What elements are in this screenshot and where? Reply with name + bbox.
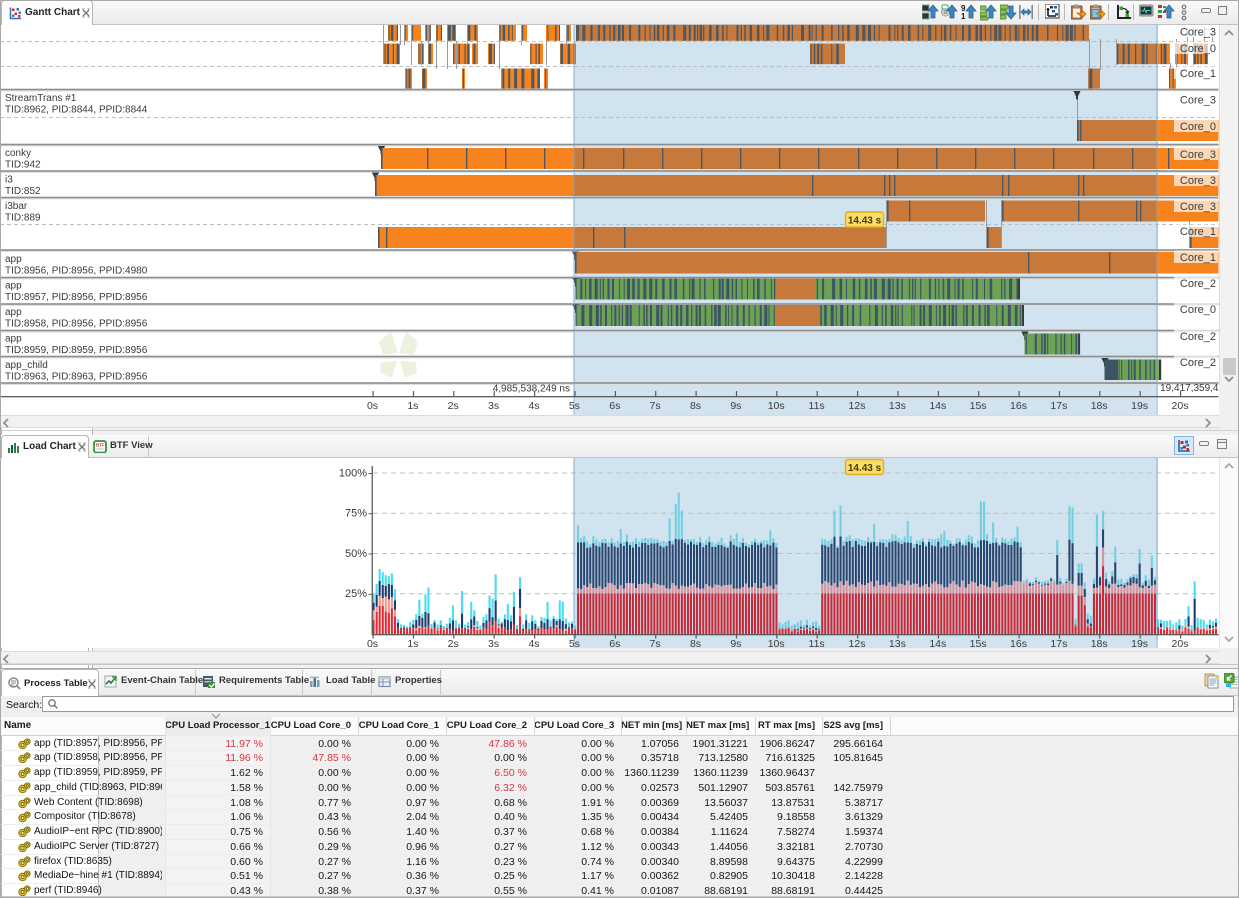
svg-text:Core_0: Core_0 xyxy=(1180,304,1216,316)
svg-text:12s: 12s xyxy=(849,400,866,412)
svg-text:TID:942: TID:942 xyxy=(5,160,41,171)
svg-text:Core_3: Core_3 xyxy=(1180,201,1216,213)
svg-text:TID:889: TID:889 xyxy=(5,213,41,224)
svg-text:TID:8962, PID:8844, PPID:8844: TID:8962, PID:8844, PPID:8844 xyxy=(5,105,148,116)
svg-text:Core_2: Core_2 xyxy=(1180,331,1216,343)
svg-text:75%: 75% xyxy=(345,508,367,520)
svg-text:conky: conky xyxy=(5,148,31,159)
svg-text:6s: 6s xyxy=(609,638,620,648)
svg-text:Core_3: Core_3 xyxy=(1180,27,1216,39)
svg-text:TID:852: TID:852 xyxy=(5,186,41,197)
svg-text:app: app xyxy=(5,307,22,318)
svg-text:19,417,359,4: 19,417,359,4 xyxy=(1160,383,1219,394)
svg-text:TID:8959, PID:8959, PPID:8956: TID:8959, PID:8959, PPID:8956 xyxy=(5,345,148,356)
svg-text:0s: 0s xyxy=(367,400,378,412)
svg-text:i3bar: i3bar xyxy=(5,201,28,212)
svg-text:1s: 1s xyxy=(407,638,418,648)
svg-text:4,985,538,249 ns: 4,985,538,249 ns xyxy=(493,384,570,395)
svg-text:18s: 18s xyxy=(1091,638,1108,648)
svg-text:3s: 3s xyxy=(488,400,499,412)
svg-text:8s: 8s xyxy=(690,400,701,412)
svg-text:1: 1 xyxy=(961,12,966,21)
svg-text:11s: 11s xyxy=(809,400,825,412)
svg-text:4s: 4s xyxy=(528,400,539,412)
svg-text:Core_3: Core_3 xyxy=(1180,95,1216,107)
svg-text:0s: 0s xyxy=(367,638,378,648)
svg-text:20s: 20s xyxy=(1172,638,1189,648)
svg-text:2s: 2s xyxy=(448,638,459,648)
svg-text:app: app xyxy=(5,254,22,265)
svg-text:19s: 19s xyxy=(1131,400,1148,412)
svg-text:17s: 17s xyxy=(1050,400,1067,412)
svg-text:7s: 7s xyxy=(650,638,661,648)
svg-text:100%: 100% xyxy=(339,468,367,480)
svg-text:Core_3: Core_3 xyxy=(1180,175,1216,187)
svg-text:BTF: BTF xyxy=(96,443,105,448)
svg-text:9s: 9s xyxy=(730,638,741,648)
svg-text:StreamTrans #1: StreamTrans #1 xyxy=(5,93,77,104)
svg-text:Core_0: Core_0 xyxy=(1180,121,1216,133)
svg-text:11s: 11s xyxy=(809,638,825,648)
svg-text:10s: 10s xyxy=(768,638,785,648)
svg-text:13s: 13s xyxy=(889,400,906,412)
svg-text:7s: 7s xyxy=(650,400,661,412)
svg-text:Core_1: Core_1 xyxy=(1180,68,1216,80)
svg-text:Core_2: Core_2 xyxy=(1180,357,1216,369)
svg-text:15s: 15s xyxy=(970,400,987,412)
svg-text:17s: 17s xyxy=(1050,638,1067,648)
svg-text:8s: 8s xyxy=(690,638,701,648)
svg-text:20s: 20s xyxy=(1172,400,1189,412)
svg-text:5s: 5s xyxy=(569,638,580,648)
svg-text:16s: 16s xyxy=(1010,638,1027,648)
svg-text:18s: 18s xyxy=(1091,400,1108,412)
svg-text:TID:8963, PID:8963, PPID:8956: TID:8963, PID:8963, PPID:8956 xyxy=(5,372,148,383)
svg-text:12s: 12s xyxy=(849,638,866,648)
svg-text:13s: 13s xyxy=(889,638,906,648)
svg-text:Core_2: Core_2 xyxy=(1180,278,1216,290)
svg-text:19s: 19s xyxy=(1131,638,1148,648)
svg-text:2s: 2s xyxy=(448,400,459,412)
svg-text:14s: 14s xyxy=(929,400,946,412)
svg-text:3s: 3s xyxy=(488,638,499,648)
svg-text:Core_0: Core_0 xyxy=(1180,43,1216,55)
svg-text:25%: 25% xyxy=(345,588,367,600)
svg-text:14s: 14s xyxy=(929,638,946,648)
svg-text:app: app xyxy=(5,334,22,345)
svg-text:16s: 16s xyxy=(1010,400,1027,412)
svg-text:app: app xyxy=(5,281,22,292)
svg-text:50%: 50% xyxy=(345,548,367,560)
svg-text:10s: 10s xyxy=(768,400,785,412)
svg-text:6s: 6s xyxy=(609,400,620,412)
svg-text:TID:8956, PID:8956, PPID:4980: TID:8956, PID:8956, PPID:4980 xyxy=(5,266,148,277)
svg-text:i3: i3 xyxy=(5,175,13,186)
svg-text:Core_1: Core_1 xyxy=(1180,226,1216,238)
svg-text:14.43 s: 14.43 s xyxy=(848,463,882,474)
svg-text:14.43 s: 14.43 s xyxy=(848,215,882,226)
svg-text:TID:8957, PID:8956, PPID:8956: TID:8957, PID:8956, PPID:8956 xyxy=(5,292,148,303)
svg-text:Core_3: Core_3 xyxy=(1180,149,1216,161)
svg-text:1s: 1s xyxy=(407,400,418,412)
svg-text:9s: 9s xyxy=(730,400,741,412)
svg-text:15s: 15s xyxy=(970,638,987,648)
svg-text:Core_1: Core_1 xyxy=(1180,252,1216,264)
svg-text:4s: 4s xyxy=(528,638,539,648)
svg-text:5s: 5s xyxy=(569,400,580,412)
svg-text:app_child: app_child xyxy=(5,360,48,371)
svg-text:TID:8958, PID:8956, PPID:8956: TID:8958, PID:8956, PPID:8956 xyxy=(5,319,148,330)
